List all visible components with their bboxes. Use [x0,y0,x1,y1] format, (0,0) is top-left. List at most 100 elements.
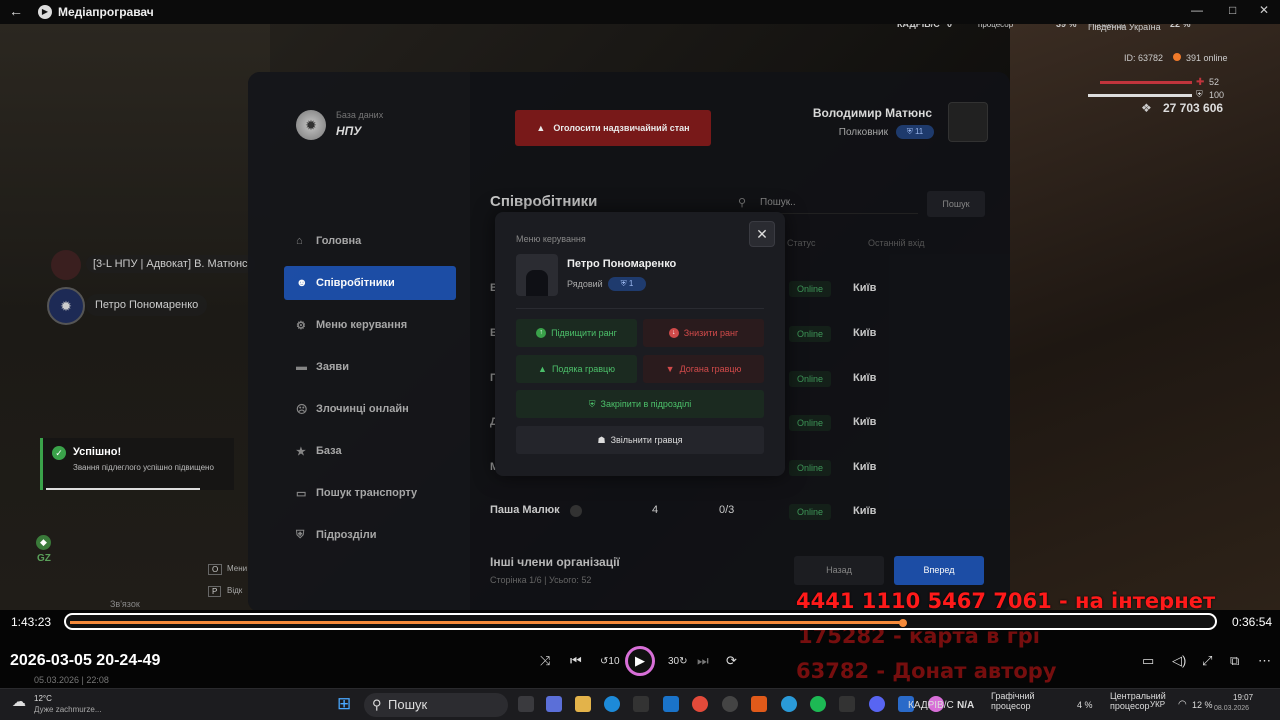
police-badge-icon: ✹ [47,287,85,325]
status-badge: Online [789,371,832,387]
player-name: Петро Пономаренко [567,258,677,270]
discord-icon[interactable] [869,696,885,712]
skip-back-button[interactable]: ↺10 [600,656,620,667]
row-city: Київ [853,505,877,517]
money-icon: ❖ [1141,101,1152,115]
tb-clock[interactable]: 19:07 [1233,693,1253,702]
arrow-down-icon: ↓ [668,328,679,338]
steam-icon[interactable] [722,696,738,712]
start-icon[interactable]: ⊞ [337,694,351,714]
profile-name: Володимир Матюнс [812,106,932,120]
miniplayer-icon[interactable]: ⧉ [1230,653,1239,669]
nav-units[interactable]: ⛨ Підрозділи [284,518,456,552]
row-city: Київ [853,372,877,384]
page-info: Сторінка 1/6 | Усього: 52 [490,575,592,585]
chrome-icon[interactable] [692,696,708,712]
promote-button[interactable]: ↑ Підвищити ранг [516,319,637,347]
time-elapsed: 1:43:23 [11,615,52,629]
tb-lang[interactable]: УКР [1150,700,1165,709]
outlook-icon[interactable] [663,696,679,712]
thumbs-down-icon: ▼ [665,364,675,374]
hud-player-id: ID: 63782 [1124,53,1164,63]
car-icon: ▭ [296,487,307,500]
success-toast: ✓ Успішно! Звання підлеглого успішно під… [40,438,234,490]
maximize-button[interactable]: □ [1229,3,1236,17]
control-menu-modal: Меню керування ✕ Петро Пономаренко Рядов… [495,212,785,476]
skip-forward-button[interactable]: 30↻ [668,656,688,667]
taskbar-search[interactable]: ⚲ Пошук [364,693,508,717]
captions-icon[interactable]: ▭ [1142,653,1154,669]
key-p: P [208,586,222,597]
column-last-login: Останній вхід [868,238,925,248]
mask-icon: ☹ [296,403,308,416]
sidebar: ✹ База даних НПУ ⌂ Головна ☻ Співробітники… [248,72,470,612]
nav-home[interactable]: ⌂ Головна [284,224,456,258]
nav-vehicle-search[interactable]: ▭ Пошук транспорту [284,476,456,510]
app2-icon[interactable] [839,696,855,712]
assign-unit-button[interactable]: ⛨ Закріпити в підрозділі [516,390,764,418]
warning-icon: ▲ [536,123,546,133]
status-badge: Online [789,281,832,297]
online-dot-icon [1173,53,1181,61]
next-page-button[interactable]: Вперед [894,556,984,585]
search-input[interactable]: ⚲ Пошук.. [738,192,918,214]
app-icon[interactable] [751,696,767,712]
logo-title: НПУ [336,124,362,138]
copilot-icon[interactable] [546,696,562,712]
status-badge: Online [789,415,832,431]
nav-control-menu[interactable]: ⚙ Меню керування [284,308,456,342]
nav-criminals-online[interactable]: ☹ Злочинці онлайн [284,392,456,426]
minimize-button[interactable]: — [1191,3,1203,17]
demote-button[interactable]: ↓ Знизити ранг [643,319,764,347]
overlay-line3: 63782 - Донат автору [796,659,1057,683]
seek-progress [70,621,903,624]
praise-button[interactable]: ▲ Подяка гравцю [516,355,637,383]
seek-bar[interactable] [64,613,1217,630]
edge-icon[interactable] [604,696,620,712]
seek-thumb[interactable] [899,619,907,627]
more-icon[interactable]: ⋯ [1258,653,1271,669]
previous-icon[interactable]: ⏮ [570,653,582,669]
volume-icon[interactable]: ◁) [1172,653,1186,669]
close-icon[interactable]: ✕ [749,221,775,247]
prev-page-button[interactable]: Назад [794,556,884,585]
tb-fps-label: КАДРІВ/С [908,700,954,711]
play-button[interactable]: ▶ [625,646,655,676]
thumbs-up-icon: ▲ [538,364,547,374]
fullscreen-icon[interactable]: ⤢ [1202,653,1212,669]
weather-temp: 12°C [34,694,52,703]
search-button[interactable]: Пошук [927,191,985,217]
key-o: O [208,564,223,575]
file-explorer-icon[interactable] [575,696,591,712]
wifi-icon[interactable]: ◠ [1178,699,1187,710]
player-avatar [516,254,558,296]
user-remove-icon: ☗ [597,434,606,445]
nav-employees[interactable]: ☻ Співробітники [284,266,456,300]
repeat-icon[interactable]: ⟳ [726,653,737,669]
arrow-left-icon[interactable]: ← [9,3,23,19]
next-icon[interactable]: ⏭ [697,653,709,669]
heart-icon: ✚ [1196,77,1205,88]
key-p-label: Відк [227,586,243,595]
shuffle-icon[interactable]: ⤨ [540,653,550,669]
fire-player-button[interactable]: ☗ Звільнити гравця [516,426,764,454]
task-view-icon[interactable] [518,696,534,712]
store-icon[interactable] [633,696,649,712]
tb-date[interactable]: 08.03.2026 [1214,705,1249,712]
search-icon: ⚲ [738,197,747,209]
telegram-icon[interactable] [781,696,797,712]
nav-base[interactable]: ★ База [284,434,456,468]
hud-online: 391 online [1186,53,1228,63]
search-icon: ⚲ [372,697,382,712]
weather-icon: ☁ [12,693,26,709]
column-status: Статус [787,238,816,248]
emergency-button[interactable]: ▲ Оголосити надзвичайний стан [515,110,711,146]
reprimand-button[interactable]: ▼ Догана гравцю [643,355,764,383]
video-date: 05.03.2026 | 22:08 [34,675,109,685]
npu-logo-icon: ✹ [296,110,326,140]
spotify-icon[interactable] [810,696,826,712]
close-window-button[interactable]: ✕ [1259,3,1269,17]
arrow-up-icon: ↑ [536,328,547,338]
nav-applications[interactable]: ▬ Заяви [284,350,456,384]
time-total: 0:36:54 [1232,615,1273,629]
